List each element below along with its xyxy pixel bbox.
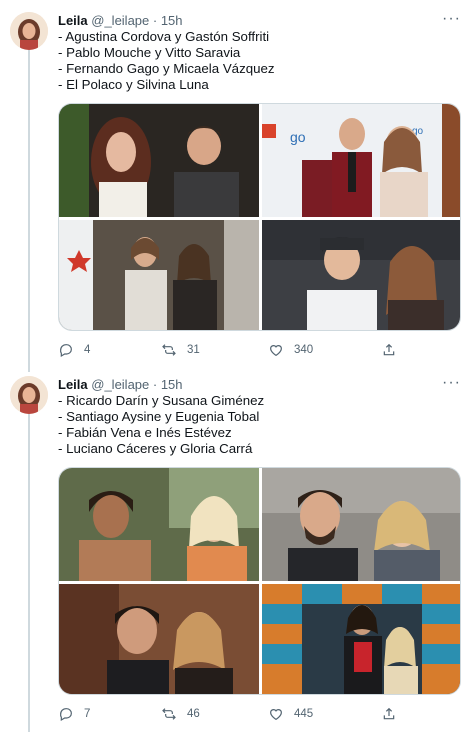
like-count: 445 <box>294 708 314 720</box>
reply-count: 4 <box>84 344 91 356</box>
more-dots-icon[interactable]: ··· <box>442 11 461 27</box>
tweet-header: Leila @_leilape · 15h <box>58 376 183 394</box>
author-name[interactable]: Leila <box>58 13 88 28</box>
retweet-button[interactable]: 31 <box>161 342 200 358</box>
author-handle[interactable]: @_leilape <box>91 13 149 28</box>
tweet-line: - Fernando Gago y Micaela Vázquez <box>58 61 275 76</box>
tweet-line: - Luciano Cáceres y Gloria Carrá <box>58 441 253 456</box>
like-button[interactable]: 340 <box>268 342 313 358</box>
retweet-count: 31 <box>187 344 200 356</box>
like-button[interactable]: 445 <box>268 706 313 722</box>
tweet-line: - Agustina Cordova y Gastón Soffriti <box>58 29 270 44</box>
share-button[interactable] <box>381 706 397 722</box>
like-icon <box>270 709 282 721</box>
tweet[interactable]: Leila @_leilape · 15h ··· - Ricardo Darí… <box>0 375 475 726</box>
share-icon <box>383 707 395 720</box>
tweet-line: - Fabián Vena e Inés Estévez <box>58 425 232 440</box>
timestamp[interactable]: · 15h <box>153 377 183 392</box>
retweet-icon <box>162 344 176 356</box>
photo[interactable]: go go <box>262 104 460 217</box>
retweet-count: 46 <box>187 708 200 720</box>
media-grid <box>58 467 461 695</box>
tweet-line: - El Polaco y Silvina Luna <box>58 77 209 92</box>
tweet-actions: 7 46 445 <box>58 706 461 726</box>
photo[interactable] <box>59 468 259 581</box>
reply-button[interactable]: 4 <box>58 342 90 358</box>
author-name[interactable]: Leila <box>58 377 88 392</box>
reply-count: 7 <box>84 708 91 720</box>
share-button[interactable] <box>381 342 397 358</box>
like-count: 340 <box>294 344 314 356</box>
media-grid: go go <box>58 103 461 331</box>
tweet-text: - Agustina Cordova y Gastón Soffriti - P… <box>58 29 275 93</box>
photo[interactable] <box>59 220 259 330</box>
tweet-text: - Ricardo Darín y Susana Giménez - Santi… <box>58 393 264 457</box>
like-icon <box>270 345 282 357</box>
tweet-header: Leila @_leilape · 15h <box>58 12 183 30</box>
avatar[interactable] <box>10 376 48 414</box>
author-handle[interactable]: @_leilape <box>91 377 149 392</box>
photo[interactable] <box>262 584 460 694</box>
tweet-actions: 4 31 340 <box>58 342 461 362</box>
reply-icon <box>59 344 72 358</box>
svg-text:go: go <box>290 129 306 145</box>
photo[interactable] <box>262 468 460 581</box>
reply-icon <box>59 708 72 722</box>
share-icon <box>383 343 395 356</box>
tweet-line: - Pablo Mouche y Vitto Saravia <box>58 45 241 60</box>
photo[interactable] <box>262 220 460 330</box>
reply-button[interactable]: 7 <box>58 706 90 722</box>
tweet[interactable]: Leila @_leilape · 15h ··· - Agustina Cor… <box>0 11 475 362</box>
avatar[interactable] <box>10 12 48 50</box>
more-dots-icon[interactable]: ··· <box>442 375 461 391</box>
timestamp[interactable]: · 15h <box>153 13 183 28</box>
tweet-line: - Santiago Aysine y Eugenia Tobal <box>58 409 260 424</box>
retweet-button[interactable]: 46 <box>161 706 200 722</box>
photo[interactable] <box>59 104 259 217</box>
photo[interactable] <box>59 584 259 694</box>
retweet-icon <box>162 708 176 720</box>
tweet-line: - Ricardo Darín y Susana Giménez <box>58 393 265 408</box>
